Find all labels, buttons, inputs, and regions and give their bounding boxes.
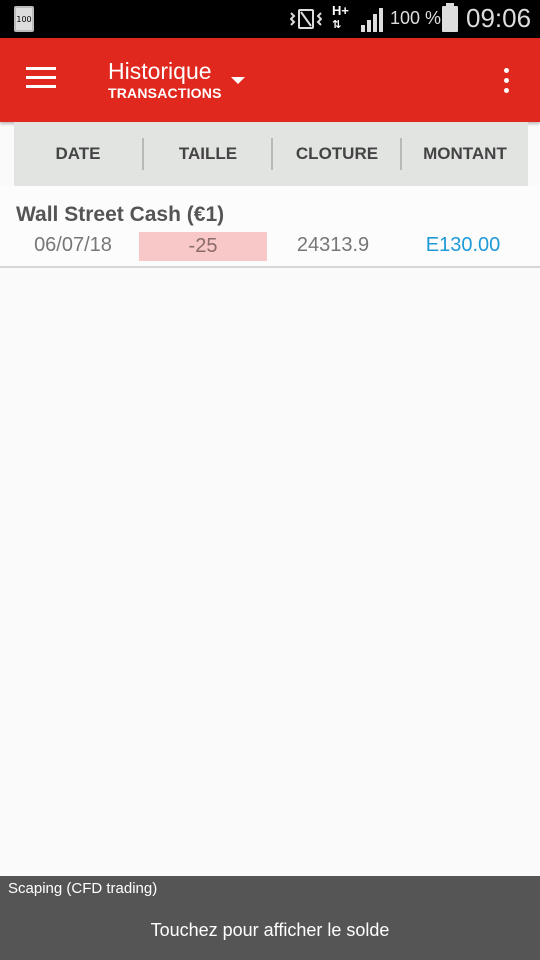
row-size: -25: [139, 232, 267, 261]
show-balance-prompt: Touchez pour afficher le solde: [150, 920, 390, 940]
battery-icon: [442, 3, 458, 32]
network-label: H+: [332, 3, 349, 18]
column-header-amount[interactable]: MONTANT: [402, 122, 528, 186]
page-title: Historique: [108, 58, 212, 84]
storage-icon-label: 100: [16, 15, 32, 24]
vibrate-icon: [290, 9, 322, 29]
storage-icon: 100: [14, 6, 34, 32]
signal-icon: [361, 8, 383, 32]
account-name: Scaping (CFD trading): [8, 880, 158, 897]
column-header-size[interactable]: TAILLE: [144, 122, 272, 186]
status-bar: 100 H+ ⇅ 100 % 09:06: [0, 0, 540, 38]
balance-bar[interactable]: Scaping (CFD trading) Touchez pour affic…: [0, 876, 540, 960]
row-amount: E130.00: [425, 234, 501, 256]
battery-percent: 100 %: [390, 8, 442, 28]
app-bar: Historique TRANSACTIONS: [0, 38, 540, 122]
page-subtitle: TRANSACTIONS: [108, 85, 222, 101]
overflow-menu-icon[interactable]: [495, 66, 519, 96]
column-header-close[interactable]: CLOTURE: [273, 122, 401, 186]
hamburger-menu-icon[interactable]: [26, 67, 58, 91]
row-date: 06/07/18: [34, 234, 112, 256]
hplus-icon: H+ ⇅: [332, 3, 349, 31]
dropdown-arrow-icon[interactable]: [231, 77, 245, 84]
table-row[interactable]: Wall Street Cash (€1) 06/07/18 -25 24313…: [0, 186, 540, 268]
row-close: 24313.9: [296, 234, 370, 256]
instrument-name: Wall Street Cash (€1): [16, 203, 225, 226]
view-selector[interactable]: Historique TRANSACTIONS: [108, 58, 222, 102]
table-header: DATE TAILLE CLOTURE MONTANT: [14, 122, 528, 186]
column-header-date[interactable]: DATE: [14, 122, 142, 186]
clock: 09:06: [466, 3, 532, 33]
